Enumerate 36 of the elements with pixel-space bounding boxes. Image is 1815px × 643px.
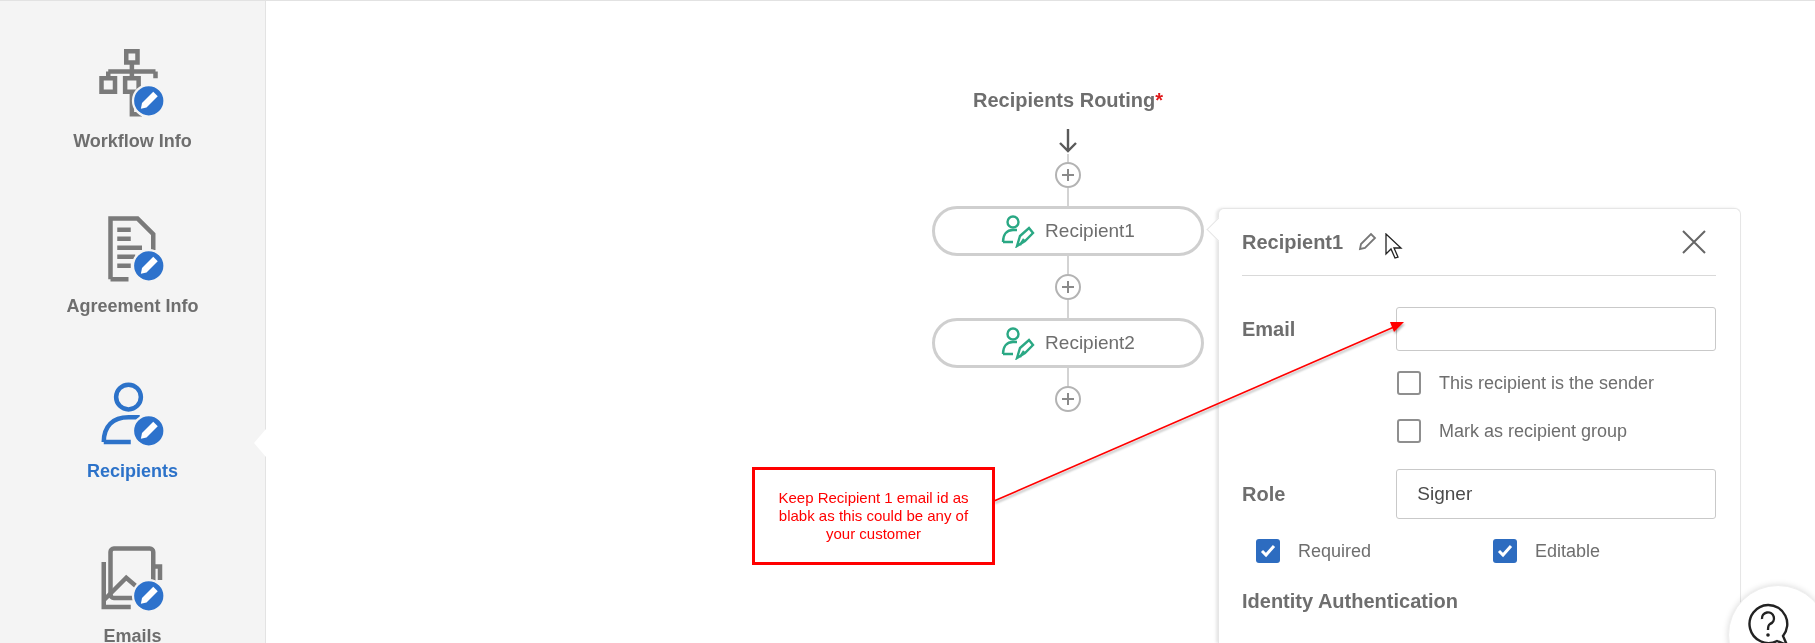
section-heading: Identity Authentication <box>1242 590 1459 613</box>
role-field[interactable]: Signer <box>1396 469 1716 519</box>
panel-title: Recipient1 <box>1242 230 1344 254</box>
checkbox[interactable] <box>1397 371 1421 395</box>
add-step-button[interactable] <box>1055 162 1081 188</box>
add-step-button[interactable] <box>1055 386 1081 412</box>
sidebar-item[interactable]: Workflow Info <box>0 49 265 214</box>
checkbox[interactable] <box>1397 419 1421 443</box>
checkbox-label: Editable <box>1535 540 1601 562</box>
down-arrow-icon <box>1058 128 1078 154</box>
check-icon <box>1260 544 1276 558</box>
check-icon <box>1497 544 1513 558</box>
signer-icon <box>1001 214 1036 248</box>
signer-icon <box>1001 326 1036 360</box>
plus-icon <box>1062 169 1074 181</box>
checkbox-label: Required <box>1298 540 1372 562</box>
sidebar-item[interactable]: Recipients <box>0 379 265 544</box>
recipient-node[interactable]: Recipient2 <box>932 318 1204 368</box>
sidebar-item[interactable]: Emails <box>0 544 265 643</box>
add-step-button[interactable] <box>1055 274 1081 300</box>
pencil-icon[interactable] <box>1357 232 1378 252</box>
field-label: Email <box>1242 317 1297 341</box>
sidebar-item[interactable]: Agreement Info <box>0 214 265 379</box>
recipient-node[interactable]: Recipient1 <box>932 206 1204 256</box>
checkbox[interactable] <box>1493 539 1517 563</box>
annotation-text: Keep Recipient 1 email id as blabk as this could be any of your customer <box>777 489 970 543</box>
help-icon <box>1745 602 1791 643</box>
checkbox-label: This recipient is the sender <box>1439 372 1655 394</box>
routing-title: Recipients Routing* <box>973 89 1163 112</box>
email-field[interactable] <box>1396 307 1716 351</box>
checkbox-label: Mark as recipient group <box>1439 420 1628 442</box>
plus-icon <box>1062 281 1074 293</box>
checkbox[interactable] <box>1256 539 1280 563</box>
plus-icon <box>1062 393 1074 405</box>
cursor-icon <box>1385 233 1404 259</box>
field-label: Role <box>1242 482 1287 506</box>
